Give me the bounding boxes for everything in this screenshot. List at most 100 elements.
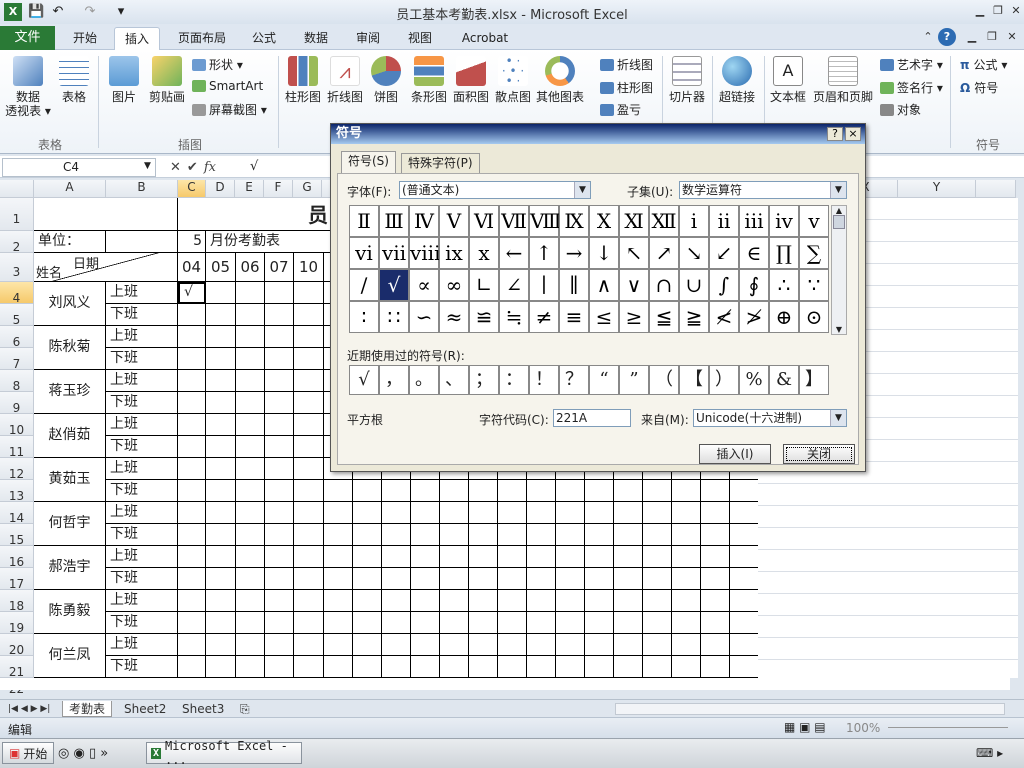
attendance-cell[interactable]: [672, 590, 701, 612]
attendance-cell[interactable]: [324, 502, 353, 524]
attendance-cell[interactable]: [411, 656, 440, 678]
symbol-cell[interactable]: ≮: [709, 301, 739, 333]
symbol-cell[interactable]: ≦: [649, 301, 679, 333]
attendance-cell[interactable]: [469, 590, 498, 612]
column-header[interactable]: C: [178, 180, 206, 198]
attendance-cell[interactable]: [324, 612, 353, 634]
dialog-help-button[interactable]: ?: [827, 127, 843, 141]
symbol-cell[interactable]: ∽: [409, 301, 439, 333]
symbol-cell[interactable]: ⊙: [799, 301, 829, 333]
sheet-tab-sheet2[interactable]: Sheet2: [118, 701, 172, 717]
attendance-cell[interactable]: [265, 436, 294, 458]
recent-symbol-cell[interactable]: 、: [439, 365, 469, 395]
attendance-cell[interactable]: [294, 370, 324, 392]
picture-button[interactable]: 图片: [104, 56, 144, 104]
attendance-cell[interactable]: [178, 370, 206, 392]
attendance-cell[interactable]: [730, 480, 759, 502]
row-header[interactable]: 13: [0, 480, 34, 503]
attendance-cell[interactable]: [585, 480, 614, 502]
recent-symbol-cell[interactable]: （: [649, 365, 679, 395]
symbol-cell[interactable]: ∪: [679, 269, 709, 301]
symbol-cell[interactable]: Ⅷ: [529, 205, 562, 237]
symbol-cell[interactable]: Ⅺ: [619, 205, 649, 237]
attendance-cell[interactable]: [411, 546, 440, 568]
attendance-cell[interactable]: [178, 436, 206, 458]
view-normal-icon[interactable]: ▦ ▣ ▤: [784, 720, 826, 734]
symbol-cell[interactable]: Ⅳ: [409, 205, 439, 237]
attendance-cell[interactable]: [382, 568, 411, 590]
close-button[interactable]: 关闭: [783, 444, 855, 464]
sheet-tab-attendance[interactable]: 考勤表: [62, 701, 113, 717]
attendance-cell[interactable]: [643, 634, 672, 656]
zoom-level[interactable]: 100%: [846, 721, 880, 735]
attendance-cell[interactable]: [206, 458, 236, 480]
symbol-cell[interactable]: ↘: [679, 237, 709, 269]
name-box[interactable]: C4: [2, 158, 156, 177]
unit-value[interactable]: [106, 231, 178, 253]
attendance-cell[interactable]: [701, 546, 730, 568]
attendance-cell[interactable]: [236, 590, 265, 612]
wordart-button[interactable]: 艺术字 ▾: [880, 56, 943, 73]
attendance-cell[interactable]: [294, 546, 324, 568]
attendance-cell[interactable]: [206, 612, 236, 634]
attendance-cell[interactable]: [585, 546, 614, 568]
attendance-cell[interactable]: [498, 568, 527, 590]
symbol-cell[interactable]: ∶: [349, 301, 379, 333]
attendance-cell[interactable]: [556, 568, 585, 590]
attendance-cell[interactable]: [672, 656, 701, 678]
attendance-cell[interactable]: [178, 612, 206, 634]
attendance-cell[interactable]: [614, 502, 643, 524]
attendance-cell[interactable]: [614, 612, 643, 634]
symbol-cell[interactable]: Ⅹ: [589, 205, 619, 237]
row-header[interactable]: 18: [0, 590, 34, 613]
attendance-cell[interactable]: [353, 524, 382, 546]
recent-symbol-cell[interactable]: ；: [469, 365, 499, 395]
symbol-cell[interactable]: ⅲ: [739, 205, 769, 237]
symbol-cell[interactable]: ∫: [709, 269, 739, 301]
symbol-cell[interactable]: ∵: [799, 269, 829, 301]
symbol-cell[interactable]: ≯: [739, 301, 769, 333]
attendance-cell[interactable]: [643, 480, 672, 502]
attendance-cell[interactable]: [324, 568, 353, 590]
attendance-cell[interactable]: [265, 546, 294, 568]
row-header[interactable]: 15: [0, 524, 34, 547]
row-header[interactable]: 4: [0, 282, 34, 305]
attendance-cell[interactable]: [585, 502, 614, 524]
symbol-cell[interactable]: Ⅲ: [379, 205, 409, 237]
symbol-cell[interactable]: ∴: [769, 269, 799, 301]
attendance-cell[interactable]: [556, 612, 585, 634]
row-header[interactable]: 16: [0, 546, 34, 569]
column-header[interactable]: E: [235, 180, 264, 198]
attendance-cell[interactable]: [672, 612, 701, 634]
signature-line-button[interactable]: 签名行 ▾: [880, 79, 943, 96]
recent-symbol-cell[interactable]: &: [769, 365, 799, 395]
recent-symbol-cell[interactable]: ？: [559, 365, 589, 395]
attendance-cell[interactable]: [614, 524, 643, 546]
row-header[interactable]: 2: [0, 231, 34, 254]
symbol-cell[interactable]: ≠: [529, 301, 559, 333]
attendance-cell[interactable]: [730, 590, 759, 612]
attendance-cell[interactable]: [265, 524, 294, 546]
attendance-cell[interactable]: [672, 480, 701, 502]
attendance-cell[interactable]: [324, 546, 353, 568]
sheet-tab-sheet3[interactable]: Sheet3: [176, 701, 230, 717]
attendance-cell[interactable]: [585, 590, 614, 612]
tab-data[interactable]: 数据: [292, 27, 340, 50]
row-header[interactable]: 14: [0, 502, 34, 525]
attendance-cell[interactable]: [324, 480, 353, 502]
row-header[interactable]: 11: [0, 436, 34, 459]
attendance-cell[interactable]: [206, 480, 236, 502]
attendance-cell[interactable]: [701, 480, 730, 502]
attendance-cell[interactable]: [206, 502, 236, 524]
attendance-cell[interactable]: [265, 568, 294, 590]
attendance-cell[interactable]: [672, 568, 701, 590]
symbol-cell[interactable]: ≥: [619, 301, 649, 333]
row-header[interactable]: 1: [0, 198, 34, 231]
symbol-cell[interactable]: ⅸ: [439, 237, 469, 269]
row-header[interactable]: 6: [0, 326, 34, 349]
pivot-table-button[interactable]: 数据 透视表 ▾: [4, 56, 52, 118]
attendance-cell[interactable]: [527, 502, 556, 524]
attendance-cell[interactable]: [701, 612, 730, 634]
attendance-cell[interactable]: [469, 612, 498, 634]
attendance-cell[interactable]: [294, 414, 324, 436]
